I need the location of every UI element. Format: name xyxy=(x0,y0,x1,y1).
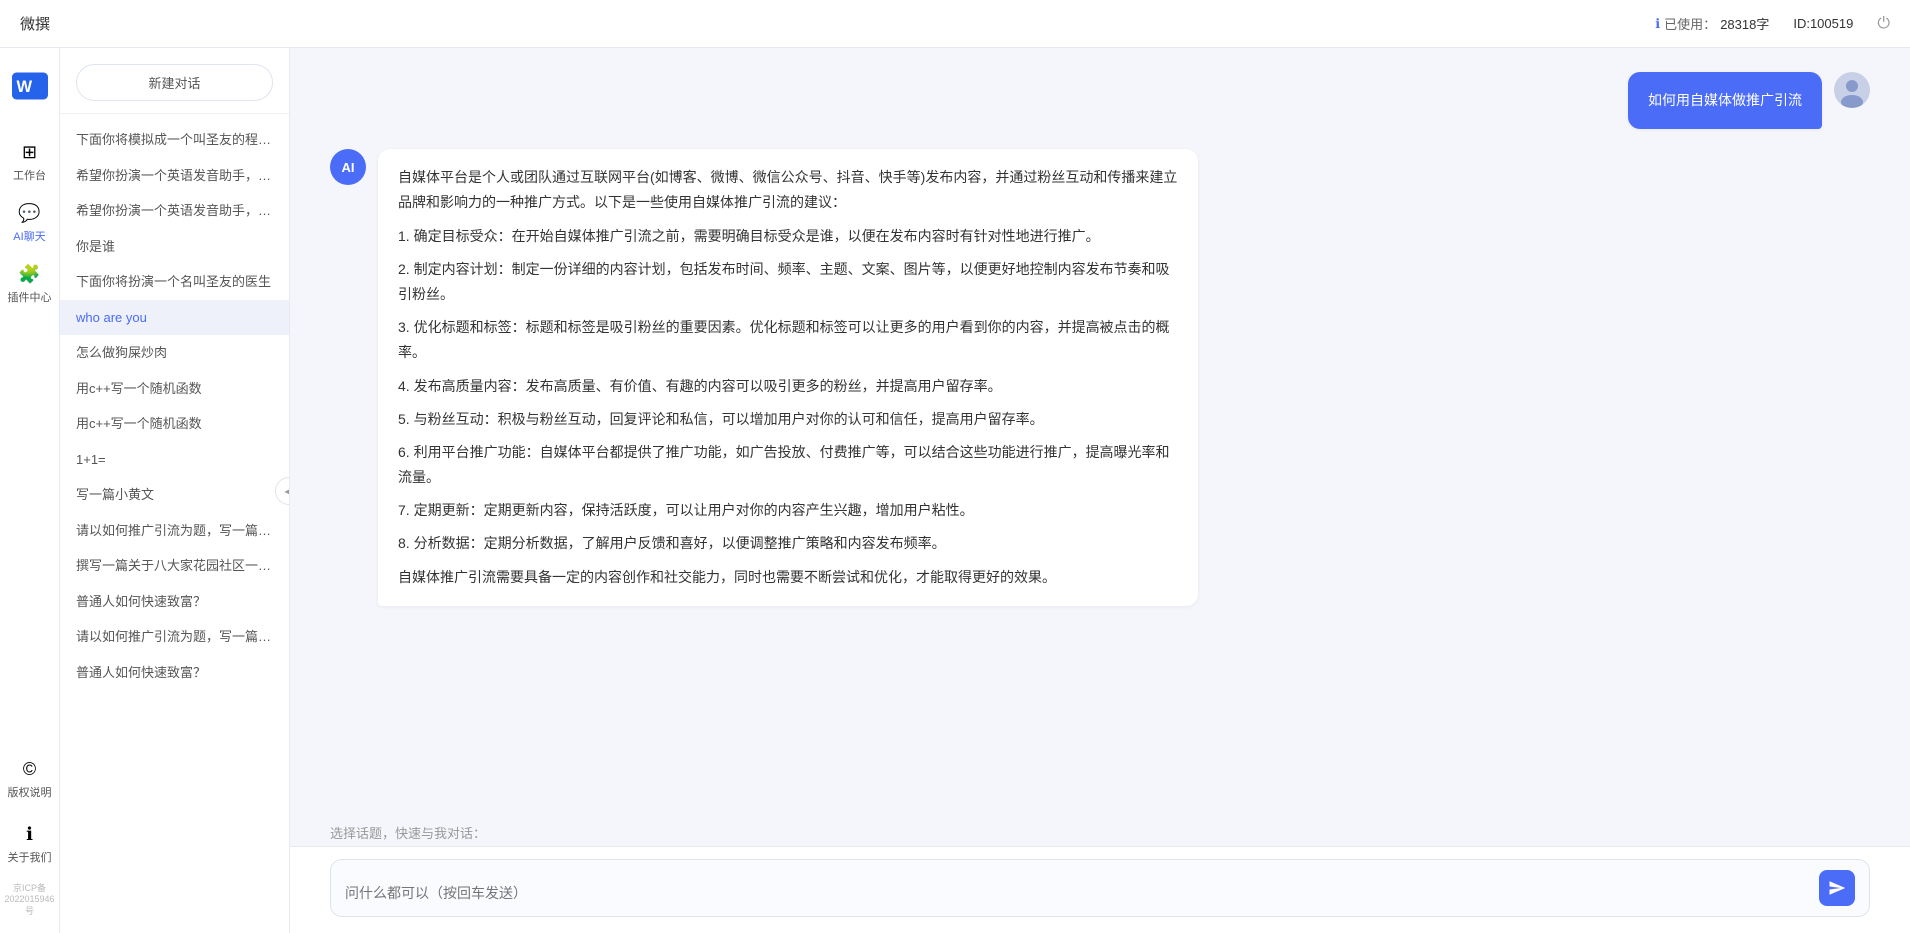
history-item[interactable]: 普通人如何快速致富？ xyxy=(60,584,289,620)
send-icon xyxy=(1828,879,1846,897)
topbar-title: 微撰 xyxy=(20,13,1655,34)
chat-input-wrapper xyxy=(330,859,1870,917)
history-item[interactable]: 普通人如何快速致富？ xyxy=(60,655,289,691)
sidebar-bottom: © 版权说明 ℹ 关于我们 京ICP备2022015946号 xyxy=(0,751,59,933)
info-icon: ℹ xyxy=(1655,16,1660,32)
chat-icon: 💬 xyxy=(18,203,40,224)
sidebar-item-ai-chat[interactable]: 💬 AI聊天 xyxy=(6,195,54,252)
history-list: 下面你将模拟成一个叫圣友的程序员，我说...希望你扮演一个英语发音助手，我提供给… xyxy=(60,114,289,933)
chat-main: 如何用自媒体做推广引流 AI 自媒体平台是个人或团队通过互联网平台( xyxy=(290,48,1910,933)
ai-response-paragraph: 3. 优化标题和标签：标题和标签是吸引粉丝的重要因素。优化标题和标签可以让更多的… xyxy=(398,315,1178,365)
ai-message-row: AI 自媒体平台是个人或团队通过互联网平台(如博客、微博、微信公众号、抖音、快手… xyxy=(330,149,1870,606)
ai-avatar-text: AI xyxy=(342,160,355,175)
ai-response-paragraph: 自媒体推广引流需要具备一定的内容创作和社交能力，同时也需要不断尝试和优化，才能取… xyxy=(398,565,1178,590)
svg-text:W: W xyxy=(16,78,32,96)
history-item[interactable]: 用c++写一个随机函数 xyxy=(60,406,289,442)
ai-response-paragraph: 1. 确定目标受众：在开始自媒体推广引流之前，需要明确目标受众是谁，以便在发布内… xyxy=(398,224,1178,249)
send-button[interactable] xyxy=(1819,870,1855,906)
history-item[interactable]: 怎么做狗屎炒肉 xyxy=(60,335,289,371)
history-item[interactable]: 用c++写一个随机函数 xyxy=(60,371,289,407)
copyright-label: 版权说明 xyxy=(8,784,52,800)
plugin-icon: 🧩 xyxy=(18,264,40,285)
history-item[interactable]: 请以如何推广引流为题，写一篇大纲 xyxy=(60,619,289,655)
ai-response-paragraph: 自媒体平台是个人或团队通过互联网平台(如博客、微博、微信公众号、抖音、快手等)发… xyxy=(398,165,1178,215)
topbar: 微撰 ℹ 已使用： 28318字 ID:100519 ⏻ xyxy=(0,0,1910,48)
about-icon: ℹ xyxy=(26,824,33,845)
workbench-label: 工作台 xyxy=(13,167,46,183)
ai-response-paragraph: 2. 制定内容计划：制定一份详细的内容计划，包括发布时间、频率、主题、文案、图片… xyxy=(398,257,1178,307)
about-label: 关于我们 xyxy=(8,849,52,865)
ai-response-paragraph: 4. 发布高质量内容：发布高质量、有价值、有趣的内容可以吸引更多的粉丝，并提高用… xyxy=(398,374,1178,399)
sidebar-item-copyright[interactable]: © 版权说明 xyxy=(6,751,54,808)
chat-messages: 如何用自媒体做推广引流 AI 自媒体平台是个人或团队通过互联网平台( xyxy=(290,48,1910,815)
ai-response-paragraph: 6. 利用平台推广功能：自媒体平台都提供了推广功能，如广告投放、付费推广等，可以… xyxy=(398,440,1178,490)
ai-response-paragraph: 8. 分析数据：定期分析数据，了解用户反馈和喜好，以便调整推广策略和内容发布频率… xyxy=(398,531,1178,556)
ai-avatar: AI xyxy=(330,149,366,185)
icon-sidebar: W ⊞ 工作台 💬 AI聊天 🧩 插件中心 © 版权说明 ℹ 关于我们 京ICP… xyxy=(0,48,60,933)
main-layout: W ⊞ 工作台 💬 AI聊天 🧩 插件中心 © 版权说明 ℹ 关于我们 京ICP… xyxy=(0,48,1910,933)
logo-icon: W xyxy=(12,68,48,104)
sidebar-item-about[interactable]: ℹ 关于我们 xyxy=(6,816,54,873)
usage-value: 28318字 xyxy=(1720,14,1769,33)
ai-response-paragraph: 7. 定期更新：定期更新内容，保持活跃度，可以让用户对你的内容产生兴趣，增加用户… xyxy=(398,498,1178,523)
quick-topics: 选择话题，快速与我对话： xyxy=(290,815,1910,846)
ai-message-bubble: 自媒体平台是个人或团队通过互联网平台(如博客、微博、微信公众号、抖音、快手等)发… xyxy=(378,149,1198,606)
copyright-icon: © xyxy=(23,759,36,780)
history-item[interactable]: 撰写一篇关于八大家花园社区一刻钟便民生... xyxy=(60,548,289,584)
history-item[interactable]: who are you xyxy=(60,300,289,336)
history-item[interactable]: 请以如何推广引流为题，写一篇大纲 xyxy=(60,513,289,549)
topbar-right: ℹ 已使用： 28318字 ID:100519 ⏻ xyxy=(1655,14,1890,33)
history-header: 新建对话 xyxy=(60,48,289,114)
chat-label: AI聊天 xyxy=(13,228,45,244)
user-avatar-icon xyxy=(1834,72,1870,108)
plugin-label: 插件中心 xyxy=(8,289,52,305)
topbar-id: ID:100519 xyxy=(1793,16,1853,31)
sidebar-item-workbench[interactable]: ⊞ 工作台 xyxy=(6,134,54,191)
logo-area: W xyxy=(6,68,54,104)
user-message-text: 如何用自媒体做推广引流 xyxy=(1648,92,1802,108)
history-sidebar: 新建对话 下面你将模拟成一个叫圣友的程序员，我说...希望你扮演一个英语发音助手… xyxy=(60,48,290,933)
new-chat-button[interactable]: 新建对话 xyxy=(76,64,273,101)
logout-button[interactable]: ⏻ xyxy=(1877,15,1890,33)
history-item[interactable]: 1+1= xyxy=(60,442,289,478)
history-item[interactable]: 你是谁 xyxy=(60,229,289,265)
ai-response-paragraph: 5. 与粉丝互动：积极与粉丝互动，回复评论和私信，可以增加用户对你的认可和信任，… xyxy=(398,407,1178,432)
history-item[interactable]: 写一篇小黄文 xyxy=(60,477,289,513)
history-item[interactable]: 希望你扮演一个英语发音助手，我提供给你... xyxy=(60,158,289,194)
history-item[interactable]: 希望你扮演一个英语发音助手，我提供给你... xyxy=(60,193,289,229)
chat-input-area xyxy=(290,846,1910,933)
icp-text: 京ICP备2022015946号 xyxy=(0,881,59,917)
user-avatar xyxy=(1834,72,1870,108)
workbench-icon: ⊞ xyxy=(22,142,37,163)
history-item[interactable]: 下面你将模拟成一个叫圣友的程序员，我说... xyxy=(60,122,289,158)
sidebar-item-plugin[interactable]: 🧩 插件中心 xyxy=(6,256,54,313)
history-item[interactable]: 下面你将扮演一个名叫圣友的医生 xyxy=(60,264,289,300)
user-message-row: 如何用自媒体做推广引流 xyxy=(330,72,1870,129)
quick-topics-label: 选择话题，快速与我对话： xyxy=(330,826,486,841)
user-message-bubble: 如何用自媒体做推广引流 xyxy=(1628,72,1822,129)
chat-input[interactable] xyxy=(345,882,1809,906)
topbar-usage: ℹ 已使用： 28318字 xyxy=(1655,14,1769,33)
usage-label: 已使用： xyxy=(1664,14,1716,33)
